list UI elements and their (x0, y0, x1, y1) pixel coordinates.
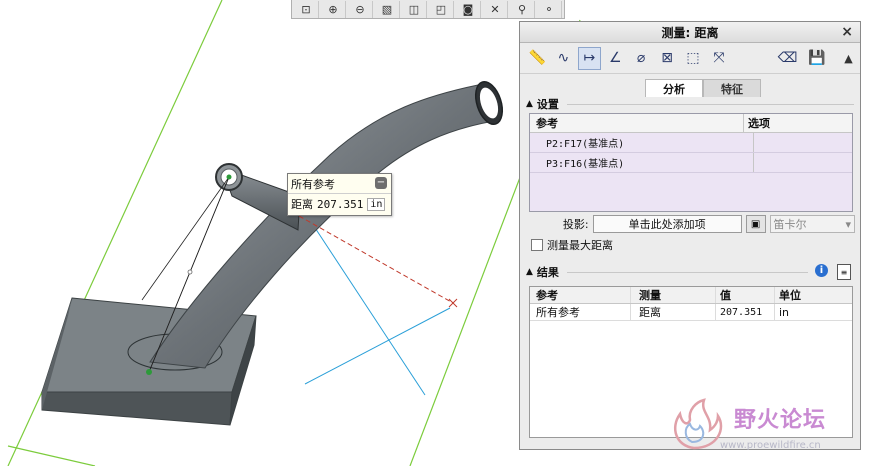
coordinate-system-value: 笛卡尔 (773, 218, 807, 231)
flame-logo-icon (674, 398, 723, 450)
measure-tool-bar: 📏 ∿ ↦ ∠ ⌀ ⊠ ⬚ ⤧ ⌫ 💾 ▲ (520, 43, 860, 74)
report-sheet-icon[interactable]: ≡ (837, 264, 851, 280)
annotation-display-icon[interactable]: ⚲ (510, 0, 535, 18)
callout-unit[interactable]: in (367, 197, 386, 211)
result-measure-cell: 距离 (631, 304, 716, 320)
tab-feature[interactable]: 特征 (703, 79, 761, 97)
column-header-reference: 参考 (530, 287, 631, 303)
settings-section-header[interactable]: ▲ 设置 (526, 96, 854, 112)
view-orient-icon[interactable]: ◰ (429, 0, 454, 18)
results-heading: 结果 (536, 266, 559, 279)
eraser-icon[interactable]: ⌫ (776, 47, 799, 70)
settings-heading: 设置 (536, 98, 559, 111)
length-tool-icon[interactable]: 📏 (526, 47, 549, 70)
watermark-text: 野火论坛 (734, 408, 827, 433)
datum-point-p3 (146, 369, 152, 375)
volume-tool-icon[interactable]: ⬚ (682, 47, 705, 70)
curve-length-tool-icon[interactable]: ∿ (552, 47, 575, 70)
save-analysis-icon[interactable]: 💾 (802, 47, 832, 70)
collapse-triangle-icon[interactable]: ▲ (526, 267, 533, 277)
results-section-header[interactable]: ▲ 结果 (526, 264, 808, 280)
column-header-unit: 单位 (779, 289, 801, 302)
dialog-tabs: 分析 特征 (645, 79, 761, 97)
reference-cell: P3:F16(基准点) (530, 153, 754, 172)
projection-label: 投影: (562, 218, 589, 231)
watermark-url: www.proewildfire.cn (720, 440, 821, 451)
datum-axes (299, 204, 451, 396)
measurement-callout[interactable]: 所有参考 − 距离 207.351 in (287, 173, 392, 216)
callout-collapse-icon[interactable]: − (375, 177, 387, 189)
max-distance-option[interactable]: 测量最大距离 (531, 237, 613, 253)
column-header-value: 值 (716, 287, 775, 303)
column-header-measure: 测量 (631, 287, 716, 303)
datum-display-icon[interactable]: ✕ (483, 0, 508, 18)
zoom-fit-icon[interactable]: ⊡ (294, 0, 319, 18)
collapse-triangle-icon[interactable]: ▲ (526, 99, 533, 109)
max-distance-checkbox[interactable] (531, 239, 543, 251)
area-tool-icon[interactable]: ⊠ (656, 47, 679, 70)
options-cell (754, 153, 852, 172)
dialog-title: 测量: 距离 (661, 25, 719, 40)
bent-tube (149, 81, 504, 369)
callout-title: 所有参考 (291, 177, 335, 191)
table-row[interactable]: P2:F17(基准点) (530, 133, 852, 153)
result-reference-cell: 所有参考 (530, 304, 631, 320)
dialog-title-bar[interactable]: 测量: 距离 × (520, 22, 860, 43)
projection-row: 投影: 单击此处添加项 ▣ 笛卡尔 ▾ (529, 214, 855, 234)
tab-analysis[interactable]: 分析 (645, 79, 703, 97)
zoom-out-icon[interactable]: ⊖ (348, 0, 373, 18)
spin-center-icon[interactable]: ⚬ (537, 0, 562, 18)
view-projection-icon[interactable]: ▣ (745, 215, 766, 233)
result-value-cell: 207.351 (716, 304, 775, 320)
repaint-icon[interactable]: ▧ (375, 0, 400, 18)
distance-tool-icon[interactable]: ↦ (577, 46, 601, 70)
callout-value: 207.351 (317, 197, 364, 211)
saved-views-icon[interactable]: ◙ (456, 0, 481, 18)
collapse-panel-icon[interactable]: ▲ (837, 47, 860, 70)
chevron-down-icon: ▾ (845, 217, 851, 231)
dimension-line (291, 211, 454, 304)
zoom-in-icon[interactable]: ⊕ (321, 0, 346, 18)
column-header-reference: 参考 (530, 114, 744, 132)
diameter-tool-icon[interactable]: ⌀ (630, 47, 653, 70)
options-cell (754, 133, 852, 152)
datum-point-p2 (226, 174, 232, 180)
display-style-icon[interactable]: ◫ (402, 0, 427, 18)
table-row[interactable]: 所有参考 距离 207.351 in (530, 304, 852, 321)
close-icon[interactable]: × (841, 24, 853, 40)
section-divider (566, 103, 854, 105)
reference-point-marker (448, 298, 458, 308)
reference-table[interactable]: 参考 选项 P2:F17(基准点) P3:F16(基准点) (529, 113, 853, 212)
reference-cell: P2:F17(基准点) (530, 133, 754, 152)
table-row[interactable]: P3:F16(基准点) (530, 153, 852, 173)
midpoint-marker (187, 269, 193, 275)
max-distance-label: 测量最大距离 (547, 239, 613, 252)
info-icon[interactable]: i (815, 264, 828, 277)
angle-tool-icon[interactable]: ∠ (604, 47, 627, 70)
projection-collector[interactable]: 单击此处添加项 (592, 215, 742, 233)
view-toolbar: ⊡ ⊕ ⊖ ▧ ◫ ◰ ◙ ✕ ⚲ ⚬ (291, 0, 565, 19)
result-unit-cell: in (779, 305, 790, 319)
section-divider (566, 271, 808, 273)
forum-watermark: 野火论坛 www.proewildfire.cn (664, 396, 864, 460)
coordinate-system-select[interactable]: 笛卡尔 ▾ (769, 215, 855, 233)
transform-tool-icon[interactable]: ⤧ (707, 47, 730, 70)
column-header-options: 选项 (748, 117, 770, 130)
callout-measure-label: 距离 (291, 198, 313, 211)
measure-dialog: 测量: 距离 × 📏 ∿ ↦ ∠ ⌀ ⊠ ⬚ ⤧ ⌫ 💾 ▲ 分析 特征 ▲ 设… (519, 21, 861, 450)
